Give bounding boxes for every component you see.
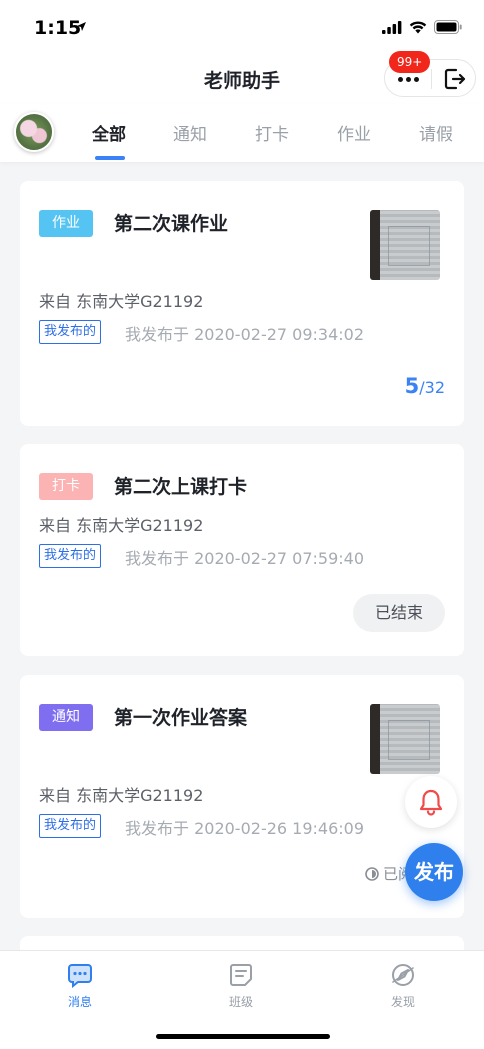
publish-time: 我发布于 2020-02-27 07:59:40	[125, 549, 365, 568]
message-icon	[68, 964, 92, 988]
type-tag: 通知	[39, 704, 93, 731]
tab-bar: 全部 通知 打卡 作业 请假	[0, 104, 484, 162]
type-tag: 作业	[39, 210, 93, 237]
nav-class-label: 班级	[228, 995, 253, 1009]
active-tab-indicator	[95, 156, 125, 160]
submitted-count: 5	[404, 374, 420, 398]
mine-tag: 我发布的	[39, 814, 102, 838]
tab-checkin[interactable]: 打卡	[255, 120, 289, 145]
feed-card-checkin[interactable]: 打卡 第二次上课打卡 来自 东南大学G21192 我发布的 我发布于 2020-…	[20, 444, 464, 656]
attachment-thumbnail[interactable]	[370, 210, 440, 280]
battery-icon	[434, 20, 462, 34]
signal-icon	[382, 20, 402, 34]
tab-notice[interactable]: 通知	[173, 120, 207, 145]
more-dot-icon	[405, 76, 411, 82]
attachment-thumbnail[interactable]	[370, 704, 440, 774]
reminder-button[interactable]	[405, 776, 457, 828]
publish-time: 我发布于 2020-02-26 19:46:09	[125, 819, 365, 838]
more-dot-icon	[397, 76, 403, 82]
class-icon	[230, 964, 252, 986]
status-time: 1:15	[34, 17, 82, 39]
exit-button[interactable]	[435, 60, 475, 98]
submission-count: 5/32	[405, 374, 445, 398]
exit-icon	[444, 68, 466, 90]
source-text: 来自 东南大学G21192	[39, 516, 204, 535]
nav-discover[interactable]: 发现	[363, 961, 443, 1010]
source-text: 来自 东南大学G21192	[39, 292, 204, 311]
status-indicators	[382, 20, 462, 34]
status-bar: 1:15	[0, 0, 484, 58]
mine-tag: 我发布的	[39, 320, 102, 344]
card-title: 第二次上课打卡	[114, 476, 248, 498]
notification-badge: 99+	[389, 51, 431, 73]
tab-all[interactable]: 全部	[92, 120, 126, 145]
nav-class[interactable]: 班级	[201, 961, 281, 1010]
tab-homework[interactable]: 作业	[337, 120, 371, 145]
publish-time: 我发布于 2020-02-27 09:34:02	[125, 325, 365, 344]
nav-messages[interactable]: 消息	[40, 961, 120, 1010]
discover-icon	[392, 964, 414, 986]
mine-tag: 我发布的	[39, 544, 102, 568]
nav-messages-label: 消息	[67, 995, 92, 1009]
bell-icon	[419, 789, 443, 816]
read-check-icon	[365, 866, 379, 881]
more-dot-icon	[413, 76, 419, 82]
publish-button[interactable]: 发布	[405, 843, 463, 901]
ended-status-button[interactable]: 已结束	[353, 594, 445, 632]
location-arrow-icon	[77, 22, 86, 31]
home-indicator	[156, 1034, 330, 1039]
card-title: 第二次课作业	[114, 213, 229, 235]
feed-card-notice[interactable]: 通知 第一次作业答案 来自 东南大学G21192 我发布的 我发布于 2020-…	[20, 675, 464, 918]
avatar[interactable]	[14, 112, 54, 152]
card-title: 第一次作业答案	[114, 707, 248, 729]
tab-leave[interactable]: 请假	[419, 120, 453, 145]
feed-card-homework[interactable]: 作业 第二次课作业 来自 东南大学G21192 我发布的 我发布于 2020-0…	[20, 181, 464, 426]
source-text: 来自 东南大学G21192	[39, 786, 204, 805]
total-count: /32	[419, 378, 445, 397]
type-tag: 打卡	[39, 473, 93, 500]
nav-discover-label: 发现	[390, 995, 415, 1009]
wifi-icon	[409, 20, 427, 33]
capsule-divider	[431, 69, 432, 89]
